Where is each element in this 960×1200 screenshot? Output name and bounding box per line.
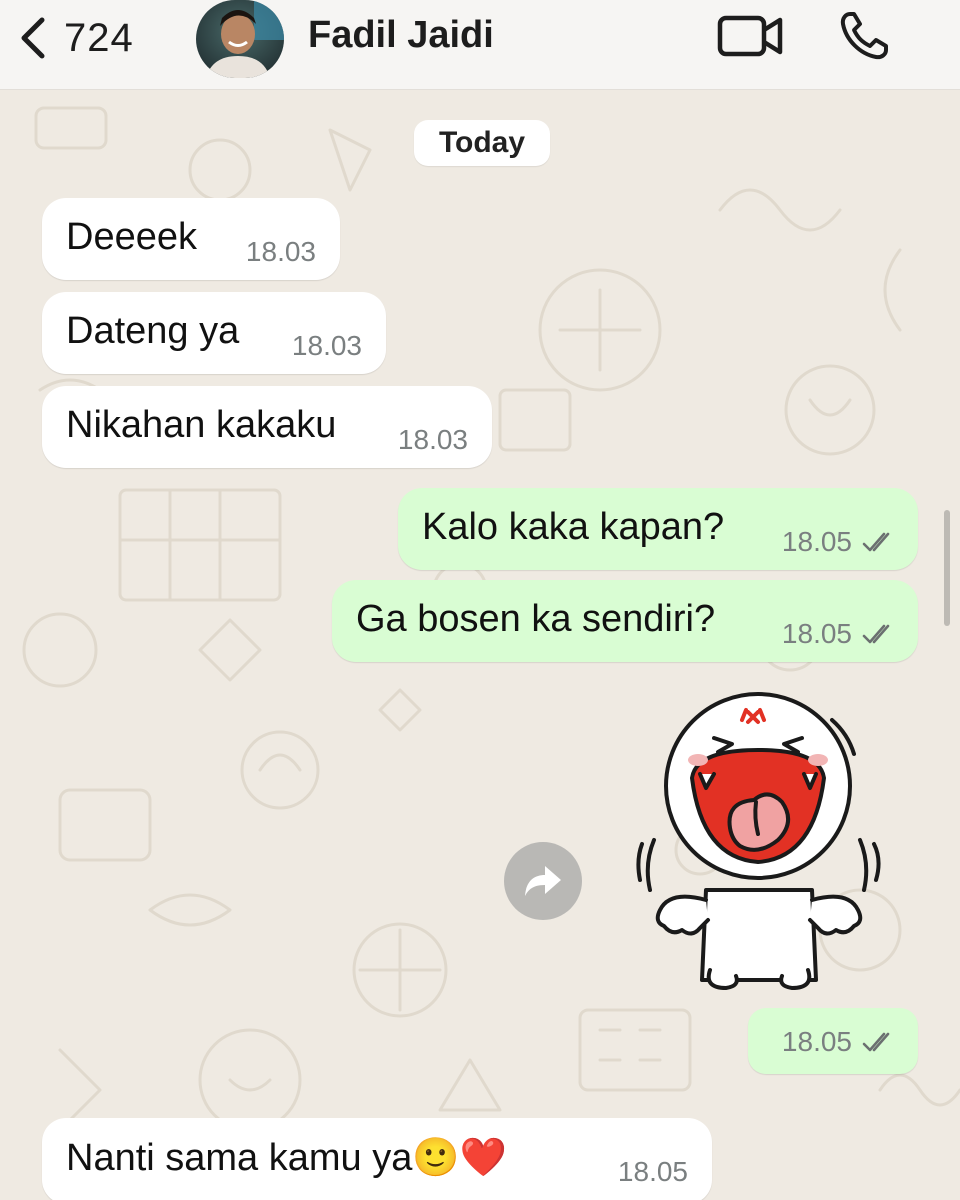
message-incoming[interactable]: Nikahan kakaku 18.03 — [42, 386, 492, 468]
laughing-character-sticker[interactable] — [636, 690, 886, 990]
message-time: 18.03 — [397, 424, 468, 455]
message-time: 18.03 — [245, 236, 316, 267]
message-incoming[interactable]: Nanti sama kamu ya🙂❤️ 18.05 — [42, 1118, 712, 1200]
message-text: Nanti sama kamu ya🙂❤️ — [66, 1137, 507, 1179]
message-text: Deeeek — [66, 216, 197, 258]
message-text: Kalo kaka kapan? — [422, 506, 725, 548]
video-camera-icon — [717, 15, 783, 57]
double-check-icon — [862, 624, 890, 644]
voice-call-button[interactable] — [836, 8, 896, 64]
phone-icon — [840, 12, 888, 60]
chat-header: 724 Fadil Jaidi — [0, 0, 960, 90]
scrollbar-thumb[interactable] — [944, 510, 950, 626]
contact-name[interactable]: Fadil Jaidi — [308, 14, 494, 57]
unread-count: 724 — [64, 15, 134, 60]
forward-arrow-icon — [525, 866, 561, 896]
back-button[interactable]: 724 — [16, 10, 134, 66]
avatar[interactable] — [196, 0, 284, 78]
forward-button[interactable] — [504, 842, 582, 920]
message-time: 18.05 — [781, 526, 852, 557]
message-outgoing[interactable]: 18.05 — [748, 1008, 918, 1074]
message-text: Nikahan kakaku — [66, 404, 337, 446]
message-incoming[interactable]: Dateng ya 18.03 — [42, 292, 386, 374]
double-check-icon — [862, 532, 890, 552]
message-time: 18.05 — [781, 618, 852, 649]
date-chip: Today — [414, 120, 550, 166]
video-call-button[interactable] — [716, 12, 786, 60]
message-time: 18.05 — [781, 1026, 852, 1057]
message-outgoing[interactable]: Ga bosen ka sendiri? 18.05 — [332, 580, 918, 662]
message-time: 18.03 — [291, 330, 362, 361]
message-text: Dateng ya — [66, 310, 240, 352]
message-outgoing[interactable]: Kalo kaka kapan? 18.05 — [398, 488, 918, 570]
message-time: 18.05 — [617, 1156, 688, 1187]
chat-area[interactable]: Today Deeeek 18.03 Dateng ya 18.03 Nikah… — [0, 90, 960, 1200]
chevron-left-icon — [21, 17, 45, 59]
message-text: Ga bosen ka sendiri? — [356, 598, 716, 640]
message-incoming[interactable]: Deeeek 18.03 — [42, 198, 340, 280]
double-check-icon — [862, 1032, 890, 1052]
